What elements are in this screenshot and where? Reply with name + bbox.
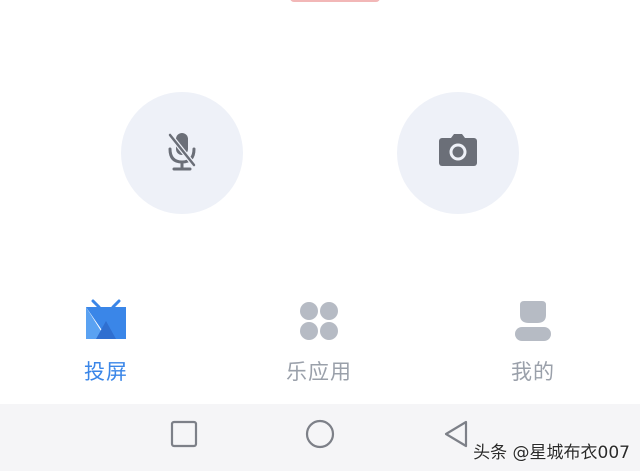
tab-label: 乐应用: [286, 360, 352, 384]
home-button[interactable]: [302, 418, 338, 454]
mic-toggle-button[interactable]: [121, 92, 243, 214]
tab-apps[interactable]: 乐应用: [239, 296, 399, 392]
recent-apps-button[interactable]: [166, 418, 202, 454]
top-accent-bar: [290, 0, 380, 2]
camera-icon: [438, 134, 478, 172]
square-icon: [170, 420, 198, 452]
mic-off-icon: [164, 131, 200, 175]
back-button[interactable]: [438, 418, 474, 454]
camera-button[interactable]: [397, 92, 519, 214]
apps-grid-icon: [294, 296, 344, 346]
screen-cast-icon: [81, 296, 131, 346]
tab-label: 投屏: [84, 360, 128, 384]
tab-profile[interactable]: 我的: [453, 296, 613, 392]
tab-label: 我的: [511, 360, 555, 384]
profile-icon: [508, 296, 558, 346]
circle-icon: [305, 419, 335, 453]
watermark-text: 头条 @星城布衣007: [473, 443, 630, 463]
tab-screen-cast[interactable]: 投屏: [26, 296, 186, 392]
triangle-back-icon: [442, 420, 470, 452]
